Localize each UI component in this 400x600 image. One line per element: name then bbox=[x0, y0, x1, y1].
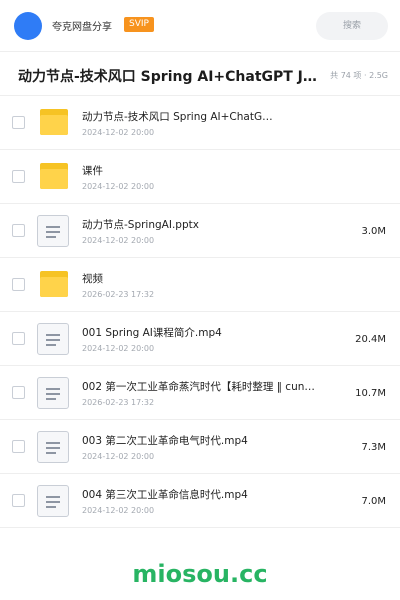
item-name: 动力节点-技术风口 Spring AI+ChatG… bbox=[82, 111, 273, 123]
item-date: 2024-12-02 20:00 bbox=[82, 452, 155, 461]
file-icon bbox=[37, 323, 69, 355]
item-date: 2024-12-02 20:00 bbox=[82, 182, 155, 191]
watermark: miosou.cc bbox=[132, 560, 268, 588]
item-name: 课件 bbox=[82, 165, 103, 177]
list-item[interactable]: 课件 2024-12-02 20:00 bbox=[0, 150, 400, 204]
folder-icon bbox=[40, 109, 68, 135]
item-size: 7.3M bbox=[361, 442, 386, 453]
owner-name: 夸克网盘分享 bbox=[52, 22, 112, 33]
top-bar: 夸克网盘分享 SVIP 搜索 bbox=[0, 0, 400, 52]
row-checkbox[interactable] bbox=[12, 440, 25, 453]
item-name: 003 第二次工业革命电气时代.mp4 bbox=[82, 435, 248, 447]
list-item[interactable]: 004 第三次工业革命信息时代.mp4 2024-12-02 20:00 7.0M bbox=[0, 474, 400, 528]
file-icon bbox=[37, 215, 69, 247]
item-date: 2026-02-23 17:32 bbox=[82, 398, 155, 407]
folder-header: 动力节点-技术风口 Spring AI+ChatGPT J… 共 74 项 · … bbox=[0, 52, 400, 96]
svip-badge: SVIP bbox=[124, 17, 154, 32]
row-checkbox[interactable] bbox=[12, 332, 25, 345]
item-name: 001 Spring AI课程简介.mp4 bbox=[82, 327, 222, 339]
row-checkbox[interactable] bbox=[12, 170, 25, 183]
list-item[interactable]: 视频 2026-02-23 17:32 bbox=[0, 258, 400, 312]
file-icon bbox=[37, 485, 69, 517]
item-size: 20.4M bbox=[355, 334, 386, 345]
item-size: 10.7M bbox=[355, 388, 386, 399]
item-date: 2024-12-02 20:00 bbox=[82, 128, 155, 137]
list-item[interactable]: 002 第一次工业革命蒸汽时代【耗时整理 ‖ cun… 2026-02-23 17… bbox=[0, 366, 400, 420]
list-item[interactable]: 动力节点-SpringAI.pptx 2024-12-02 20:00 3.0M bbox=[0, 204, 400, 258]
file-icon bbox=[37, 431, 69, 463]
row-checkbox[interactable] bbox=[12, 224, 25, 237]
avatar[interactable] bbox=[14, 12, 42, 40]
page-title: 动力节点-技术风口 Spring AI+ChatGPT J… bbox=[18, 69, 317, 85]
item-name: 004 第三次工业革命信息时代.mp4 bbox=[82, 489, 248, 501]
list-item[interactable]: 003 第二次工业革命电气时代.mp4 2024-12-02 20:00 7.3M bbox=[0, 420, 400, 474]
row-checkbox[interactable] bbox=[12, 494, 25, 507]
item-size: 3.0M bbox=[361, 226, 386, 237]
item-date: 2024-12-02 20:00 bbox=[82, 344, 155, 353]
item-date: 2024-12-02 20:00 bbox=[82, 506, 155, 515]
item-name: 002 第一次工业革命蒸汽时代【耗时整理 ‖ cun… bbox=[82, 381, 315, 393]
row-checkbox[interactable] bbox=[12, 386, 25, 399]
file-list: 动力节点-技术风口 Spring AI+ChatG… 2024-12-02 20:… bbox=[0, 96, 400, 528]
item-name: 动力节点-SpringAI.pptx bbox=[82, 219, 199, 231]
item-date: 2024-12-02 20:00 bbox=[82, 236, 155, 245]
search-button[interactable]: 搜索 bbox=[316, 12, 388, 40]
list-item[interactable]: 动力节点-技术风口 Spring AI+ChatG… 2024-12-02 20:… bbox=[0, 96, 400, 150]
row-checkbox[interactable] bbox=[12, 278, 25, 291]
folder-meta: 共 74 项 · 2.5G bbox=[330, 71, 388, 80]
file-icon bbox=[37, 377, 69, 409]
list-item[interactable]: 001 Spring AI课程简介.mp4 2024-12-02 20:00 20.… bbox=[0, 312, 400, 366]
row-checkbox[interactable] bbox=[12, 116, 25, 129]
item-date: 2026-02-23 17:32 bbox=[82, 290, 155, 299]
folder-icon bbox=[40, 271, 68, 297]
folder-icon bbox=[40, 163, 68, 189]
item-name: 视频 bbox=[82, 273, 103, 285]
item-size: 7.0M bbox=[361, 496, 386, 507]
